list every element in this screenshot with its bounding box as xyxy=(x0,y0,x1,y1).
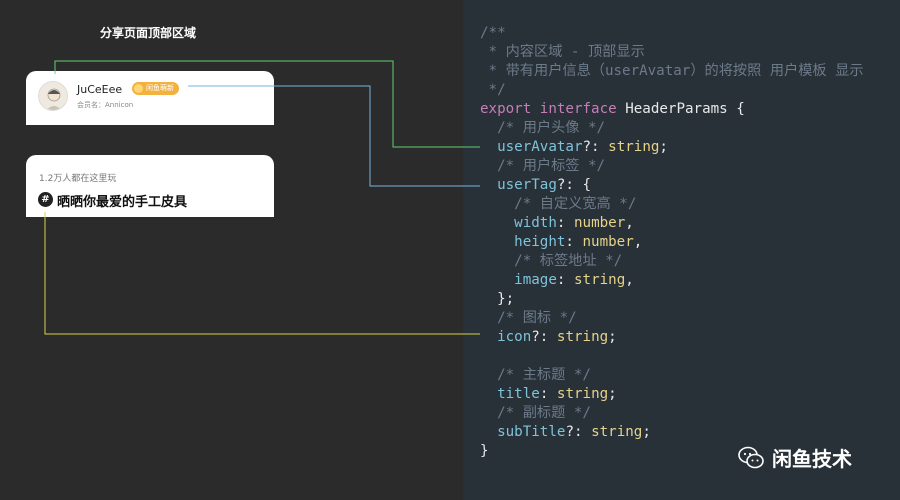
code-prop: image xyxy=(514,272,557,288)
code-prop: icon xyxy=(497,329,532,345)
code-type: string xyxy=(608,139,660,155)
code-punct: , xyxy=(633,234,643,250)
code-comment: * 内容区域 - 顶部显示 xyxy=(480,44,645,60)
code-type: string xyxy=(573,272,626,288)
code-comment: /* 用户标签 */ xyxy=(497,158,606,174)
code-block: /** * 内容区域 - 顶部显示 * 带有用户信息（userAvatar）的将… xyxy=(480,24,864,461)
code-punct: } xyxy=(480,443,489,459)
wechat-icon xyxy=(738,446,764,468)
code-comment: * 带有用户信息（userAvatar）的将按照 用户模板 显示 xyxy=(480,63,864,79)
code-punct: : xyxy=(539,386,549,402)
code-punct: }; xyxy=(497,291,515,307)
code-prop: userAvatar xyxy=(497,139,583,155)
code-type: string xyxy=(556,329,609,345)
code-punct: : xyxy=(556,215,566,231)
code-interface-name: HeaderParams { xyxy=(625,101,745,117)
code-comment: /* 副标题 */ xyxy=(497,405,591,421)
code-keyword: export xyxy=(480,101,532,117)
connector-avatar-line xyxy=(54,60,480,148)
code-type: string xyxy=(556,386,609,402)
code-prop: subTitle xyxy=(497,424,566,440)
code-comment: /* 主标题 */ xyxy=(497,367,591,383)
code-comment: /* 图标 */ xyxy=(497,310,577,326)
code-prop: width xyxy=(514,215,557,231)
code-prop: title xyxy=(497,386,540,402)
connector-icon-line xyxy=(44,212,480,335)
code-keyword: interface xyxy=(539,101,617,117)
code-comment: /* 标签地址 */ xyxy=(514,253,623,269)
code-punct: ?: xyxy=(565,424,583,440)
code-punct: ?: xyxy=(556,177,574,193)
code-type: number xyxy=(573,215,626,231)
watermark: 闲鱼技术 xyxy=(738,443,852,472)
code-punct: , xyxy=(625,215,634,231)
code-comment: /** xyxy=(480,25,506,41)
code-punct: ; xyxy=(659,139,668,155)
code-type: string xyxy=(591,424,643,440)
connector-tag-line xyxy=(188,85,480,187)
code-punct: ?: xyxy=(531,329,549,345)
code-comment: /* 自定义宽高 */ xyxy=(514,196,637,212)
code-punct: ; xyxy=(608,329,617,345)
code-comment: /* 用户头像 */ xyxy=(497,120,606,136)
code-type: number xyxy=(582,234,634,250)
code-comment: */ xyxy=(480,82,506,98)
code-punct: , xyxy=(625,272,634,288)
code-punct: : xyxy=(565,234,574,250)
watermark-text: 闲鱼技术 xyxy=(772,447,852,471)
code-punct: ; xyxy=(608,386,617,402)
code-prop: height xyxy=(514,234,566,250)
code-punct: ; xyxy=(642,424,651,440)
code-prop: userTag xyxy=(497,177,557,193)
code-punct: : xyxy=(556,272,566,288)
code-punct: { xyxy=(573,177,592,193)
code-punct: ?: xyxy=(582,139,600,155)
